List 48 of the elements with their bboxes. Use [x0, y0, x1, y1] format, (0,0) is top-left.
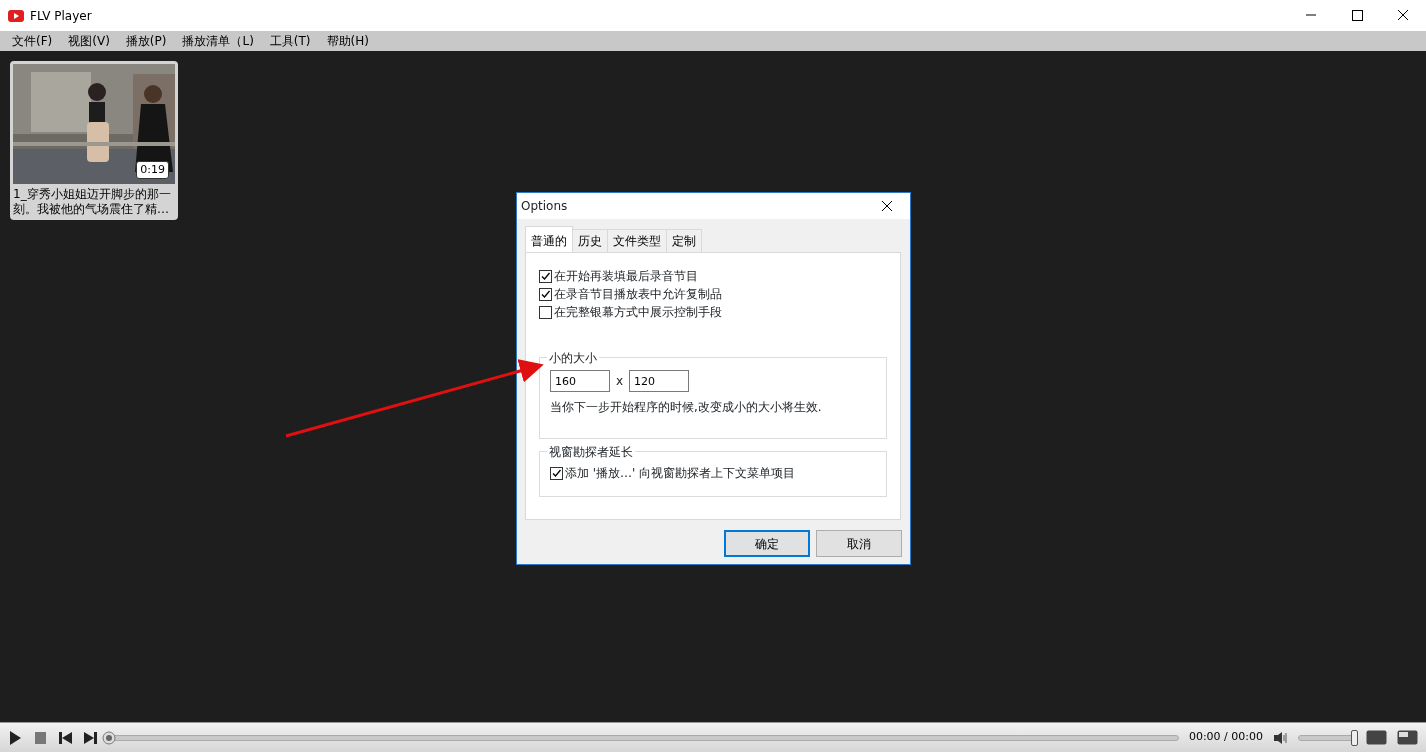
checkbox-label: 在开始再装填最后录音节目	[554, 268, 698, 285]
checkbox[interactable]	[539, 287, 552, 301]
playlist-item[interactable]: 0:19 1_穿秀小姐姐迈开脚步的那一刻。我被他的气场震住了精…	[10, 61, 178, 220]
window-title: FLV Player	[30, 7, 93, 25]
app-icon	[8, 8, 24, 23]
checkbox-label: 添加 '播放…' 向视窗勘探者上下文菜单项目	[565, 465, 796, 482]
time-label: 00:00 / 00:00	[1188, 729, 1263, 746]
next-icon	[83, 729, 98, 746]
cancel-button[interactable]: 取消	[816, 530, 902, 557]
group-label: 小的大小	[547, 349, 599, 367]
times-label: x	[616, 373, 624, 390]
previous-icon	[58, 729, 73, 746]
previous-button[interactable]	[58, 729, 73, 746]
menu-item[interactable]: 视图(V)	[60, 32, 118, 50]
hint-text: 当你下一步开始程序的时候,改变成小的大小将生效.	[550, 399, 823, 416]
tab[interactable]: 定制	[666, 229, 702, 252]
volume-thumb[interactable]	[1351, 729, 1358, 746]
video-title: 1_穿秀小姐姐迈开脚步的那一刻。我被他的气场震住了精…	[13, 187, 172, 217]
next-button[interactable]	[83, 729, 98, 746]
checkbox[interactable]	[539, 305, 552, 319]
menu-item[interactable]: 播放清单（L)	[174, 32, 262, 50]
height-field[interactable]: 120	[629, 370, 690, 392]
window-mode-button[interactable]	[1366, 730, 1387, 745]
checkbox[interactable]	[539, 269, 552, 283]
menu-item[interactable]: 帮助(H)	[318, 32, 377, 50]
tab[interactable]: 普通的	[525, 226, 573, 252]
menu-item[interactable]: 文件(F)	[4, 32, 61, 50]
mini-mode-button[interactable]	[1397, 730, 1418, 745]
menu-item[interactable]: 工具(T)	[261, 32, 319, 50]
stop-button[interactable]	[33, 729, 48, 746]
play-icon	[8, 729, 23, 746]
ok-button[interactable]: 确定	[724, 530, 810, 557]
group-label: 视窗勘探者延长	[547, 443, 635, 461]
seek-thumb[interactable]	[102, 730, 116, 745]
checkbox[interactable]	[550, 466, 563, 480]
maximize-icon	[1350, 9, 1364, 22]
window-icon	[1366, 730, 1387, 745]
menu-item[interactable]: 播放(P)	[117, 32, 175, 50]
speaker-icon[interactable]	[1273, 729, 1288, 746]
width-field[interactable]: 160	[550, 370, 610, 392]
close-icon	[881, 200, 893, 212]
dialog-title: Options	[521, 198, 569, 215]
checkbox-label: 在完整银幕方式中展示控制手段	[554, 304, 722, 321]
stop-icon	[33, 729, 48, 746]
play-button[interactable]	[8, 729, 23, 746]
checkbox-label: 在录音节目播放表中允许复制品	[554, 286, 722, 303]
mini-window-icon	[1397, 730, 1418, 745]
close-icon	[1396, 9, 1410, 22]
